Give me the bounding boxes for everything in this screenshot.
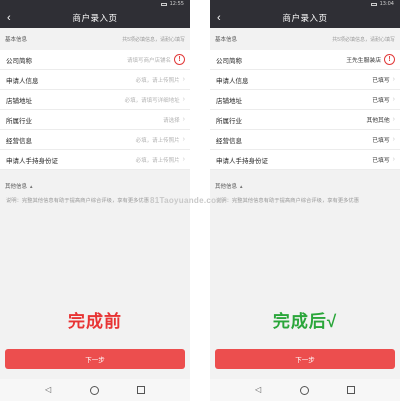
battery-icon	[160, 2, 167, 6]
android-nav-bar: ◁	[210, 379, 400, 401]
battery-icon	[370, 2, 377, 6]
row-value: 请选择	[163, 117, 180, 124]
row-company-name[interactable]: 公司简称 请填写商户店铺名 !	[0, 50, 190, 70]
row-shop-address[interactable]: 店铺地址 必填，请填写详细地址 ›	[0, 90, 190, 110]
row-label: 经营信息	[216, 137, 242, 145]
row-value: 已填写	[372, 138, 390, 144]
status-icons	[160, 2, 167, 6]
basic-info-header: 基本信息 共5项必填信息，请耐心填写	[0, 28, 190, 50]
triangle-back-icon[interactable]: ◁	[45, 385, 51, 395]
exclamation-circle-icon: !	[384, 54, 395, 65]
note-text: 说明：完整其他信息有助于提高商户综合评级，享有更多优惠	[210, 195, 400, 223]
row-label: 店铺地址	[6, 97, 32, 105]
row-value: 必填，请上传照片	[135, 157, 180, 164]
chevron-right-icon: ›	[392, 76, 395, 83]
row-business-info[interactable]: 经营信息 必填，请上传照片 ›	[0, 130, 190, 150]
next-button[interactable]: 下一步	[215, 349, 395, 369]
row-label: 申请人信息	[6, 77, 39, 85]
circle-home-icon[interactable]	[89, 385, 99, 395]
chevron-right-icon: ›	[182, 76, 185, 83]
page-title: 商户录入页	[72, 13, 118, 23]
row-value: 必填，请上传照片	[135, 77, 180, 84]
company-name-input[interactable]: 王先生服装店	[346, 55, 381, 64]
stamp-before: 完成前	[68, 312, 122, 331]
chevron-right-icon: ›	[392, 136, 395, 143]
phone-after: 13:04 ‹ 商户录入页 基本信息 共5项必填信息，请耐心填写 公司简称 王先…	[210, 0, 400, 401]
square-recent-icon[interactable]	[136, 386, 145, 394]
page-title: 商户录入页	[282, 13, 328, 23]
caret-up-icon: ▲	[239, 183, 244, 189]
status-icons	[370, 2, 377, 6]
row-id-card[interactable]: 申请人手持身份证 已填写 ›	[210, 150, 400, 170]
row-label: 经营信息	[6, 137, 32, 145]
row-company-name[interactable]: 公司简称 王先生服装店 !	[210, 50, 400, 70]
chevron-right-icon: ›	[392, 156, 395, 163]
chevron-right-icon: ›	[182, 136, 185, 143]
row-label: 公司简称	[216, 57, 242, 65]
android-nav-bar: ◁	[0, 379, 190, 401]
watermark-text: 81Taoyuande.com	[150, 196, 224, 205]
chevron-right-icon: ›	[182, 116, 185, 123]
row-label: 所属行业	[216, 117, 242, 125]
row-label: 申请人信息	[216, 77, 249, 85]
row-value: 已填写	[372, 98, 390, 104]
row-applicant-info[interactable]: 申请人信息 已填写 ›	[210, 70, 400, 90]
status-time: 13:04	[379, 1, 394, 7]
next-button[interactable]: 下一步	[5, 349, 185, 369]
basic-info-hint: 共5项必填信息，请耐心填写	[332, 36, 395, 43]
basic-info-label: 基本信息	[5, 37, 28, 43]
other-info-label: 其他信息	[215, 184, 238, 190]
stamp-after: 完成后√	[272, 312, 338, 331]
row-business-info[interactable]: 经营信息 已填写 ›	[210, 130, 400, 150]
row-value: 其他其他	[366, 118, 390, 124]
row-label: 申请人手持身份证	[6, 157, 58, 165]
row-label: 公司简称	[6, 57, 32, 65]
status-bar: 13:04	[210, 0, 400, 8]
form-rows: 公司简称 请填写商户店铺名 ! 申请人信息 必填，请上传照片 › 店铺地址 必填，…	[0, 50, 190, 170]
title-bar: ‹ 商户录入页	[0, 8, 190, 28]
form-rows: 公司简称 王先生服装店 ! 申请人信息 已填写 › 店铺地址 已填写 › 所属行业 …	[210, 50, 400, 170]
back-chevron-icon[interactable]: ‹	[7, 11, 11, 25]
company-name-input[interactable]: 请填写商户店铺名	[127, 56, 171, 64]
title-bar: ‹ 商户录入页	[210, 8, 400, 28]
row-value: 已填写	[372, 78, 390, 84]
basic-info-label: 基本信息	[215, 37, 238, 43]
triangle-back-icon[interactable]: ◁	[255, 385, 261, 395]
status-bar: 12:55	[0, 0, 190, 8]
row-value: 已填写	[372, 158, 390, 164]
status-time: 12:55	[169, 1, 184, 7]
basic-info-header: 基本信息 共5项必填信息，请耐心填写	[210, 28, 400, 50]
chevron-right-icon: ›	[392, 116, 395, 123]
circle-home-icon[interactable]	[299, 385, 309, 395]
exclamation-circle-icon: !	[174, 54, 185, 65]
other-info-toggle[interactable]: 其他信息 ▲	[0, 177, 190, 195]
other-info-toggle[interactable]: 其他信息 ▲	[210, 177, 400, 195]
row-id-card[interactable]: 申请人手持身份证 必填，请上传照片 ›	[0, 150, 190, 170]
other-info-label: 其他信息	[5, 184, 28, 190]
square-recent-icon[interactable]	[346, 386, 355, 394]
row-label: 申请人手持身份证	[216, 157, 268, 165]
row-value: 必填，请填写详细地址	[124, 97, 180, 104]
row-label: 店铺地址	[216, 97, 242, 105]
row-industry[interactable]: 所属行业 请选择 ›	[0, 110, 190, 130]
row-label: 所属行业	[6, 117, 32, 125]
basic-info-hint: 共5项必填信息，请耐心填写	[122, 36, 185, 43]
row-applicant-info[interactable]: 申请人信息 必填，请上传照片 ›	[0, 70, 190, 90]
row-value: 必填，请上传照片	[135, 137, 180, 144]
caret-up-icon: ▲	[29, 183, 34, 189]
chevron-right-icon: ›	[392, 96, 395, 103]
row-shop-address[interactable]: 店铺地址 已填写 ›	[210, 90, 400, 110]
chevron-right-icon: ›	[182, 156, 185, 163]
row-industry[interactable]: 所属行业 其他其他 ›	[210, 110, 400, 130]
chevron-right-icon: ›	[182, 96, 185, 103]
back-chevron-icon[interactable]: ‹	[217, 11, 221, 25]
